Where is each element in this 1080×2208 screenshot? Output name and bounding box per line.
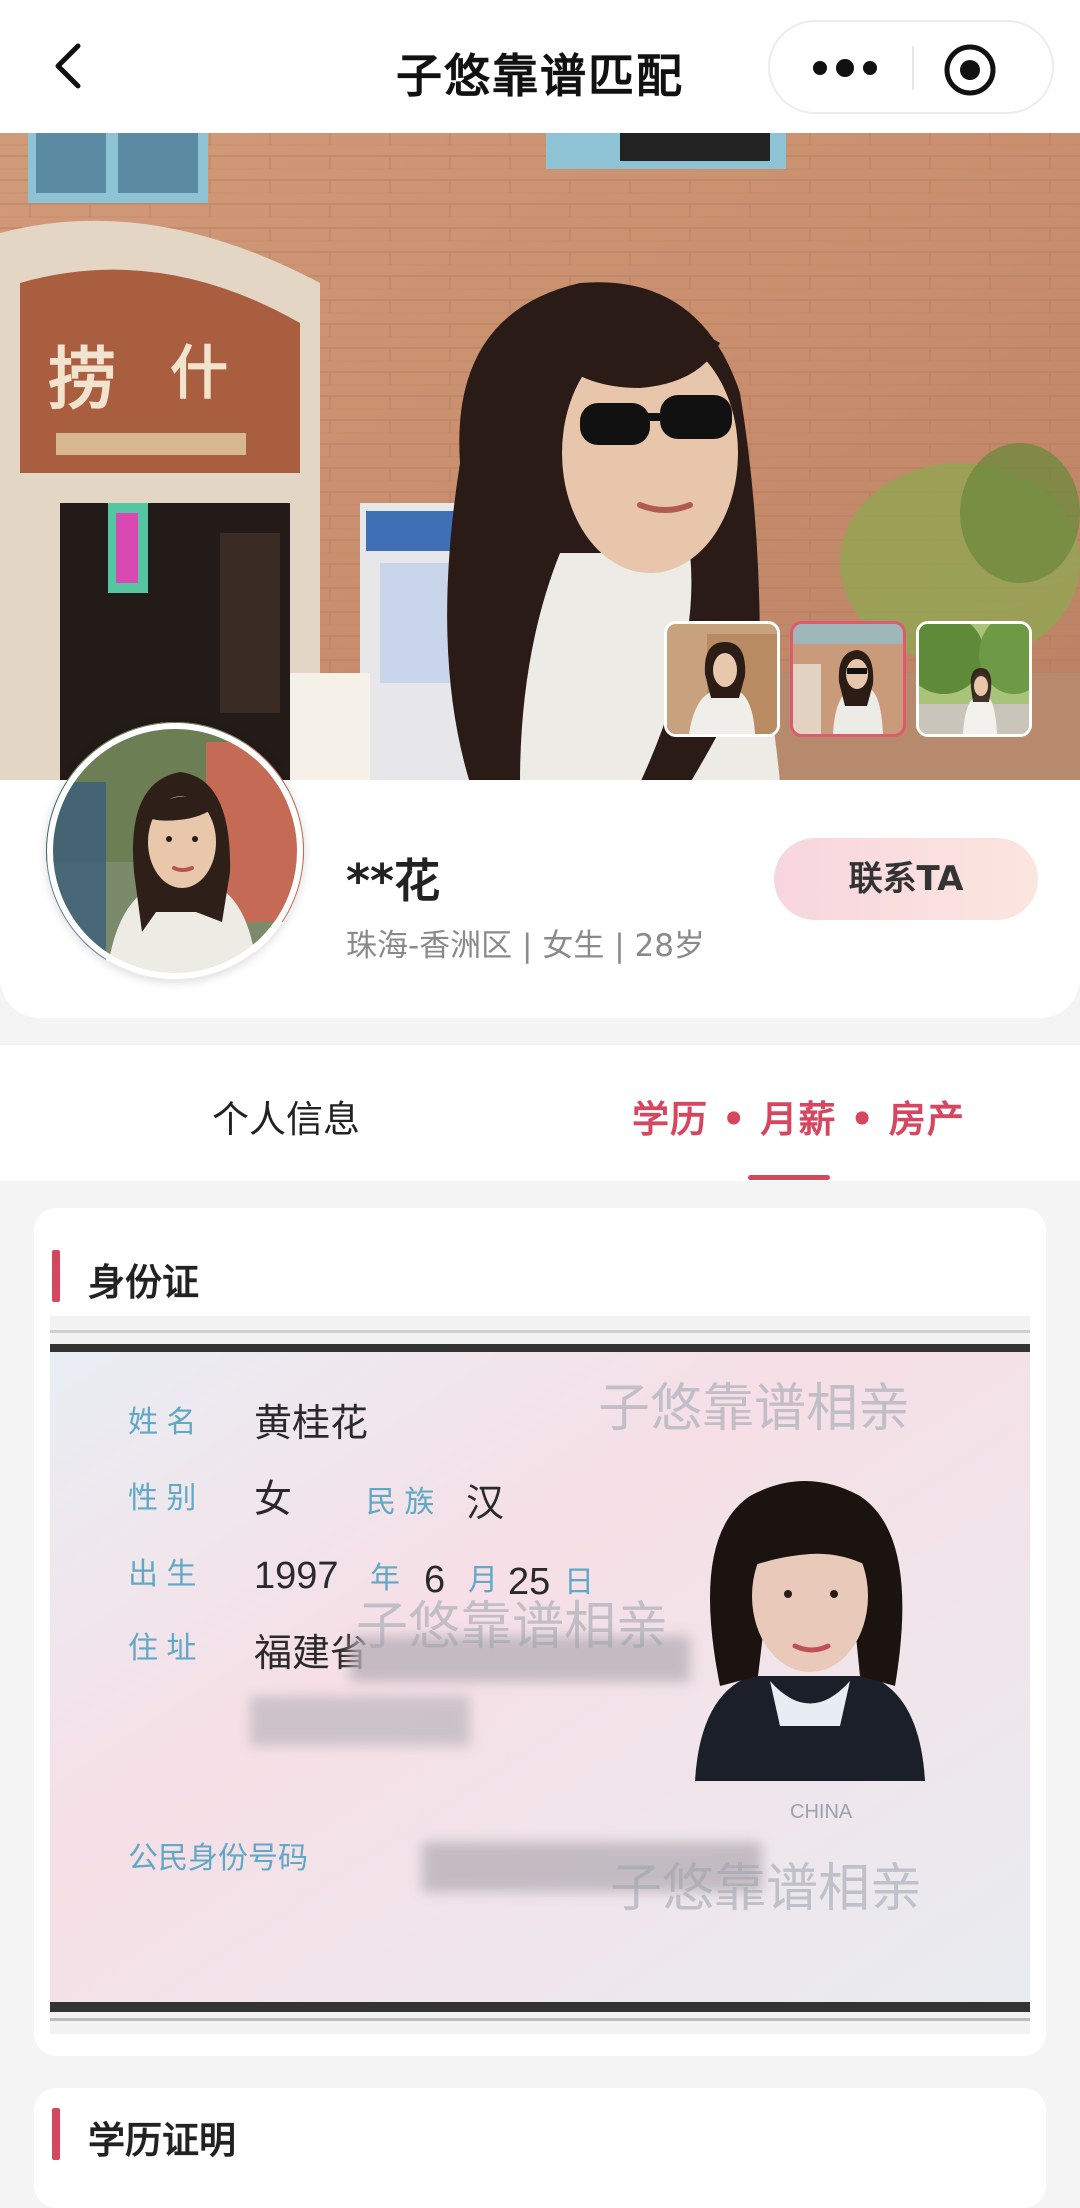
avatar-image: [46, 722, 304, 980]
section-accent-bar: [52, 2108, 60, 2160]
id-card-section: 身份证 姓 名 性 别 民 族 出 生 年 月 日 住 址 公民身份号码 黄桂花…: [34, 1208, 1046, 2056]
id-number-label: 公民身份号码: [128, 1842, 308, 1875]
navigation-bar: 子悠靠谱匹配: [0, 0, 1080, 133]
mini-program-capsule: [768, 20, 1054, 114]
tab-education-salary-property[interactable]: 学历 • 月薪 • 房产: [632, 1089, 965, 1143]
id-address-label: 住 址: [128, 1632, 196, 1665]
contact-button[interactable]: 联系TA: [774, 838, 1038, 920]
id-year-unit: 年: [370, 1562, 400, 1595]
thumbnail-image: [793, 624, 903, 734]
id-day-unit: 日: [564, 1566, 594, 1599]
section-title: 身份证: [88, 1261, 199, 1304]
active-tab-indicator: [748, 1175, 830, 1180]
watermark-text: 子悠靠谱相亲: [610, 1860, 922, 1918]
capsule-divider: [912, 46, 914, 90]
id-sex-label: 性 别: [128, 1482, 196, 1515]
shop-sign-char: 什: [170, 339, 228, 407]
thumbnail-1[interactable]: [664, 621, 780, 737]
id-birth-day: 25: [508, 1561, 550, 1603]
user-meta: 珠海-香洲区 | 女生 | 28岁: [346, 928, 705, 964]
id-ethnic-value: 汉: [466, 1483, 504, 1525]
more-dots-icon[interactable]: [800, 44, 890, 92]
id-name-value: 黄桂花: [254, 1403, 368, 1445]
id-card-image[interactable]: 姓 名 性 别 民 族 出 生 年 月 日 住 址 公民身份号码 黄桂花 女 汉…: [50, 1316, 1030, 2034]
section-accent-bar: [52, 1250, 60, 1302]
id-name-label: 姓 名: [128, 1406, 196, 1439]
section-title: 学历证明: [88, 2119, 236, 2162]
hero-photo: 捞 什: [0, 133, 1080, 783]
id-card-photo: 姓 名 性 别 民 族 出 生 年 月 日 住 址 公民身份号码 黄桂花 女 汉…: [50, 1316, 1030, 2034]
thumbnail-2[interactable]: [790, 621, 906, 737]
thumbnail-image: [919, 624, 1029, 734]
watermark-text: 子悠靠谱相亲: [598, 1380, 910, 1438]
id-birth-label: 出 生: [128, 1558, 196, 1591]
id-sex-value: 女: [254, 1479, 292, 1521]
thumbnail-image: [667, 624, 777, 734]
education-proof-section: 学历证明: [34, 2088, 1046, 2208]
watermark-text: 子悠靠谱相亲: [356, 1598, 668, 1656]
id-birth-month: 6: [424, 1559, 445, 1601]
id-ethnic-label: 民 族: [366, 1486, 434, 1519]
target-close-icon[interactable]: [940, 40, 1000, 100]
redacted-address-2: [250, 1696, 470, 1746]
user-name: **花: [346, 854, 441, 908]
tab-personal-info[interactable]: 个人信息: [212, 1089, 360, 1143]
id-photo-caption: CHINA: [790, 1801, 853, 1823]
avatar[interactable]: [46, 722, 304, 980]
id-month-unit: 月: [468, 1564, 498, 1597]
id-birth-year: 1997: [254, 1555, 339, 1597]
tab-bar: 个人信息 学历 • 月薪 • 房产: [0, 1045, 1080, 1181]
shop-sign-char: 捞: [48, 340, 116, 420]
thumbnail-3[interactable]: [916, 621, 1032, 737]
